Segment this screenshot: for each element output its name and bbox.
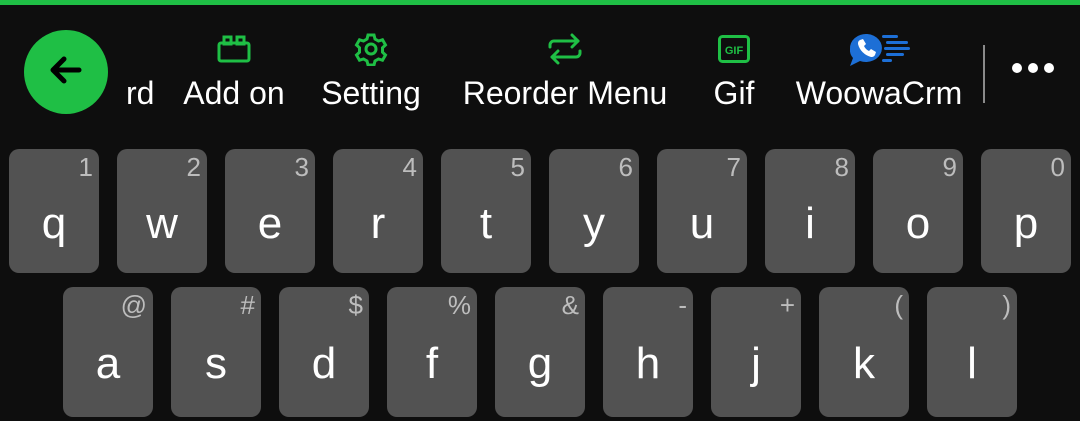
key-r[interactable]: 4r: [333, 149, 423, 273]
key-char: a: [95, 339, 121, 388]
key-hint: 7: [726, 152, 741, 182]
key-hint: ): [1002, 290, 1011, 320]
key-hint: 5: [510, 152, 525, 182]
key-char: h: [635, 339, 661, 388]
key-t[interactable]: 5t: [441, 149, 531, 273]
keyboard-toolbar: rd Add on Setting Reorder Menu GIF Gif W…: [0, 5, 1080, 137]
key-char: l: [967, 339, 977, 388]
key-hint: 8: [834, 152, 849, 182]
key-hint: 2: [186, 152, 201, 182]
swap-arrows-icon: [547, 29, 583, 69]
key-k[interactable]: (k: [819, 287, 909, 417]
key-char: q: [41, 199, 67, 248]
key-hint: @: [120, 290, 147, 320]
key-char: d: [311, 339, 337, 388]
key-char: f: [425, 339, 439, 388]
toolbar-item-label: Setting: [321, 75, 421, 111]
more-options-button[interactable]: [1008, 50, 1058, 90]
key-y[interactable]: 6y: [549, 149, 639, 273]
svg-text:GIF: GIF: [725, 45, 744, 57]
key-hint: (: [894, 290, 903, 320]
key-f[interactable]: % f: [387, 287, 477, 417]
key-u[interactable]: 7u: [657, 149, 747, 273]
key-char: j: [751, 339, 761, 388]
toolbar-item-label: Reorder Menu: [462, 75, 668, 111]
key-e[interactable]: 3e: [225, 149, 315, 273]
arrow-left-icon: [48, 55, 84, 90]
chat-bubble-phone-icon: [844, 29, 914, 69]
key-char: y: [583, 199, 605, 248]
key-hint: -: [678, 290, 687, 320]
gear-icon: [354, 29, 388, 69]
key-g[interactable]: & g: [495, 287, 585, 417]
key-hint: 6: [618, 152, 633, 182]
key-j[interactable]: + j: [711, 287, 801, 417]
key-hint: #: [240, 290, 255, 320]
toolbar-item-label: Add on: [183, 75, 285, 111]
key-char: s: [205, 339, 227, 388]
key-hint: $: [348, 290, 363, 320]
key-char: u: [689, 199, 715, 248]
toolbar-scroll-strip[interactable]: rd Add on Setting Reorder Menu GIF Gif W…: [0, 5, 985, 137]
key-hint: 4: [402, 152, 417, 182]
key-hint: &: [561, 290, 579, 320]
key-hint: 3: [294, 152, 309, 182]
key-char: r: [370, 199, 386, 248]
back-button[interactable]: [24, 30, 108, 114]
key-hint: 0: [1050, 152, 1065, 182]
toolbar-item-label: rd: [126, 75, 155, 111]
key-q[interactable]: 1q: [9, 149, 99, 273]
key-char: e: [257, 199, 283, 248]
keyboard: 1q 2w 3e 4r 5t 6y 7u 8i 9o 0p @ a # s $ d %…: [0, 137, 1080, 421]
toolbar-item-label: WoowaCrm: [795, 75, 963, 111]
key-l[interactable]: ) l: [927, 287, 1017, 417]
key-hint: 1: [78, 152, 93, 182]
key-i[interactable]: 8i: [765, 149, 855, 273]
key-char: w: [146, 199, 178, 248]
key-char: k: [853, 339, 875, 388]
key-char: g: [527, 339, 553, 388]
toolbar-item-gif[interactable]: GIF Gif: [706, 5, 762, 137]
key-hint: +: [779, 290, 795, 320]
key-p[interactable]: 0p: [981, 149, 1071, 273]
key-char: p: [1013, 199, 1039, 248]
toolbar-item-label: Gif: [713, 75, 755, 111]
key-char: i: [805, 199, 815, 248]
gif-icon: GIF: [718, 29, 750, 69]
key-hint: %: [447, 290, 471, 320]
key-char: t: [479, 199, 493, 248]
key-a[interactable]: @ a: [63, 287, 153, 417]
key-h[interactable]: -h: [603, 287, 693, 417]
toolbar-item-reorder-menu[interactable]: Reorder Menu: [452, 5, 678, 137]
key-char: o: [905, 199, 931, 248]
key-o[interactable]: 9o: [873, 149, 963, 273]
toolbar-divider: [983, 45, 985, 103]
toolbar-item-woowacrm[interactable]: WoowaCrm: [788, 5, 970, 137]
toolbar-item-add-on[interactable]: Add on: [178, 5, 290, 137]
toolbar-item-setting[interactable]: Setting: [315, 5, 427, 137]
puzzle-block-icon: [217, 29, 251, 69]
key-d[interactable]: $ d: [279, 287, 369, 417]
key-s[interactable]: # s: [171, 287, 261, 417]
key-w[interactable]: 2w: [117, 149, 207, 273]
more-horizontal-icon: [1011, 61, 1055, 79]
toolbar-item-partial[interactable]: rd: [126, 5, 155, 137]
key-hint: 9: [942, 152, 957, 182]
